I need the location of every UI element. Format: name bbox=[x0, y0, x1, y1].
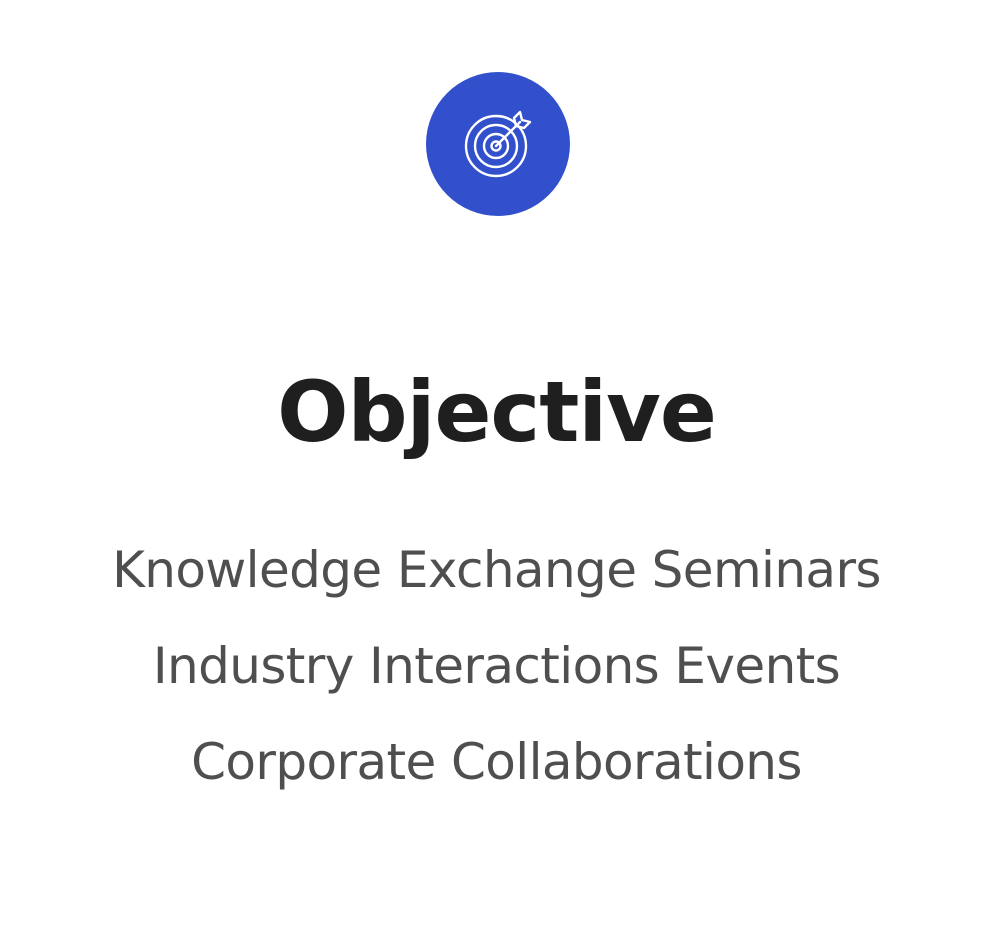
list-item: Knowledge Exchange Seminars bbox=[112, 541, 881, 599]
list-item: Corporate Collaborations bbox=[191, 733, 802, 791]
list-item: Industry Interactions Events bbox=[152, 637, 841, 695]
icon-badge bbox=[426, 72, 570, 216]
objective-list: Knowledge Exchange Seminars Industry Int… bbox=[0, 522, 993, 810]
target-arrow-icon bbox=[464, 110, 532, 178]
objective-card: Objective Knowledge Exchange Seminars In… bbox=[0, 0, 993, 933]
section-title: Objective bbox=[277, 363, 717, 461]
